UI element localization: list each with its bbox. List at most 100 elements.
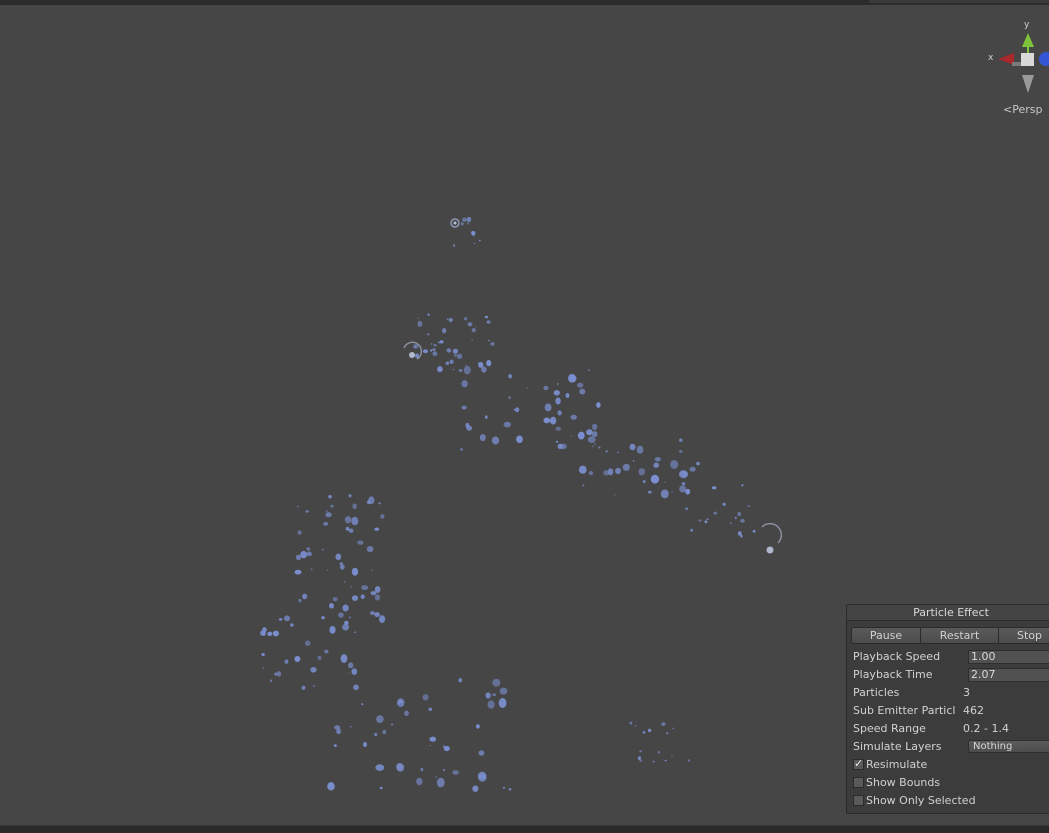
particle xyxy=(374,594,381,601)
particle xyxy=(427,333,430,336)
particle xyxy=(498,698,507,708)
particle xyxy=(672,727,675,730)
particle xyxy=(467,222,470,225)
particle xyxy=(310,568,313,570)
pause-button[interactable]: Pause xyxy=(851,627,921,644)
particle xyxy=(513,408,516,411)
particle xyxy=(445,361,450,365)
particle xyxy=(417,320,423,327)
particle xyxy=(688,759,690,762)
restart-button[interactable]: Restart xyxy=(921,627,999,644)
particle xyxy=(479,434,486,442)
particle xyxy=(471,339,473,341)
particle xyxy=(638,468,646,476)
particle xyxy=(351,516,359,526)
particle xyxy=(544,403,552,412)
particles-value: 3 xyxy=(963,686,970,699)
particle xyxy=(430,349,433,352)
resimulate-toggle[interactable]: Resimulate xyxy=(853,756,927,773)
particle xyxy=(502,786,506,789)
particle xyxy=(526,387,529,389)
particle xyxy=(296,505,299,508)
gizmo-z-cone[interactable] xyxy=(1039,52,1049,66)
particle xyxy=(650,474,660,484)
particle xyxy=(577,431,585,440)
particle xyxy=(466,425,473,431)
particle xyxy=(557,410,562,416)
particle xyxy=(711,486,717,490)
particle xyxy=(297,530,302,535)
particle xyxy=(587,436,596,443)
particle xyxy=(657,750,660,754)
particle xyxy=(634,725,637,727)
particle xyxy=(471,328,476,333)
gizmo-x-cone[interactable] xyxy=(998,53,1014,65)
particle xyxy=(433,344,437,347)
simulate-layers-row: Simulate Layers Nothing xyxy=(853,739,1049,755)
particle xyxy=(452,348,459,354)
particle xyxy=(488,339,490,342)
particle xyxy=(344,516,352,524)
particle xyxy=(374,612,380,618)
particle xyxy=(348,662,354,669)
particle xyxy=(456,353,463,359)
particle xyxy=(752,529,756,533)
particle xyxy=(679,485,687,493)
particle xyxy=(492,678,501,687)
particle xyxy=(654,457,661,462)
particle xyxy=(413,344,419,349)
stop-button[interactable]: Stop xyxy=(999,627,1049,644)
particle xyxy=(664,759,667,762)
particle xyxy=(698,519,702,522)
particle xyxy=(304,640,311,646)
particle xyxy=(298,598,302,603)
show-only-selected-toggle[interactable]: Show Only Selected xyxy=(853,793,976,809)
particle xyxy=(351,567,359,576)
emitter-sprite-2 xyxy=(403,341,423,360)
resimulate-checkbox[interactable] xyxy=(853,756,864,772)
particle xyxy=(435,776,437,778)
particle xyxy=(471,231,476,236)
particle xyxy=(642,731,646,734)
simulate-layers-dropdown[interactable]: Nothing xyxy=(968,740,1049,753)
show-bounds-checkbox[interactable] xyxy=(853,777,864,788)
particle xyxy=(486,320,491,324)
projection-text: Persp xyxy=(1012,103,1043,116)
particle xyxy=(460,448,463,451)
gizmo-y-cone[interactable] xyxy=(1022,33,1034,47)
show-bounds-toggle[interactable]: Show Bounds xyxy=(853,775,940,791)
particle xyxy=(278,618,283,621)
particle xyxy=(486,359,492,367)
particle xyxy=(379,786,383,790)
particle xyxy=(690,528,693,532)
particle xyxy=(342,604,349,612)
particle xyxy=(598,446,601,449)
gizmo-center-cube[interactable] xyxy=(1021,53,1034,66)
particle xyxy=(463,365,471,375)
playback-time-field[interactable]: 2.07 xyxy=(968,668,1049,682)
particle xyxy=(350,585,352,588)
particle xyxy=(374,732,378,737)
particle xyxy=(747,505,750,507)
particle xyxy=(472,785,479,792)
particle xyxy=(380,514,385,519)
particle xyxy=(648,490,652,494)
show-only-selected-checkbox[interactable] xyxy=(853,795,864,806)
playback-speed-field[interactable]: 1.00 xyxy=(968,650,1049,664)
particle xyxy=(461,380,468,388)
particle xyxy=(740,534,743,538)
particle xyxy=(670,460,679,469)
particle xyxy=(261,652,265,657)
particle xyxy=(508,788,512,791)
gizmo-neg-y-cone[interactable] xyxy=(1022,75,1034,93)
particle xyxy=(437,341,440,344)
scene-orientation-gizmo[interactable]: x y xyxy=(984,19,1049,95)
particle xyxy=(437,366,443,373)
particle xyxy=(300,550,308,559)
particle xyxy=(348,528,354,533)
particle xyxy=(262,667,265,669)
projection-label[interactable]: <Persp xyxy=(1003,103,1042,116)
particle xyxy=(329,603,334,609)
particle xyxy=(344,581,346,583)
particle xyxy=(276,671,282,677)
